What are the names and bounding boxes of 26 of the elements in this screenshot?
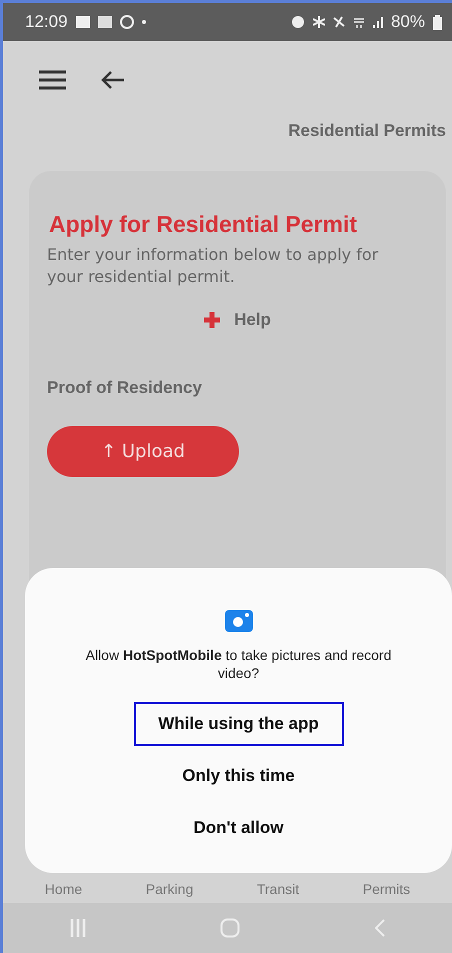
battery-text: 80% bbox=[390, 12, 425, 32]
section-label: Proof of Residency bbox=[47, 378, 202, 398]
battery-icon bbox=[433, 14, 442, 30]
upload-button[interactable]: ↑ Upload bbox=[47, 426, 239, 477]
help-link[interactable]: Help bbox=[234, 310, 271, 330]
camera-icon bbox=[224, 610, 252, 632]
dot-icon bbox=[142, 20, 146, 24]
permission-option[interactable]: Only this time bbox=[134, 754, 344, 798]
permission-option[interactable]: While using the app bbox=[134, 702, 344, 746]
page-title: Residential Permits bbox=[288, 121, 446, 141]
form-description: Enter your information below to apply for your residential permit. bbox=[47, 244, 380, 288]
clock-icon bbox=[120, 15, 134, 29]
menu-icon[interactable] bbox=[39, 70, 66, 90]
nav-tab[interactable]: Permits bbox=[362, 881, 410, 897]
nav-tab[interactable]: Home bbox=[44, 881, 82, 897]
back-arrow-icon[interactable] bbox=[100, 70, 124, 90]
mute-icon bbox=[332, 16, 345, 28]
permission-option[interactable]: Don't allow bbox=[134, 806, 344, 850]
plus-icon[interactable] bbox=[204, 312, 220, 328]
nav-tab[interactable]: Parking bbox=[146, 881, 194, 897]
permission-message: Allow HotSpotMobile to take pictures and record video? bbox=[84, 646, 392, 682]
bluetooth-icon bbox=[312, 15, 325, 29]
nav-tab[interactable]: Transit bbox=[256, 881, 300, 897]
signal-icon bbox=[372, 16, 383, 28]
form-title: Apply for Residential Permit bbox=[49, 211, 358, 238]
clock-text: 12:09 bbox=[25, 12, 68, 32]
